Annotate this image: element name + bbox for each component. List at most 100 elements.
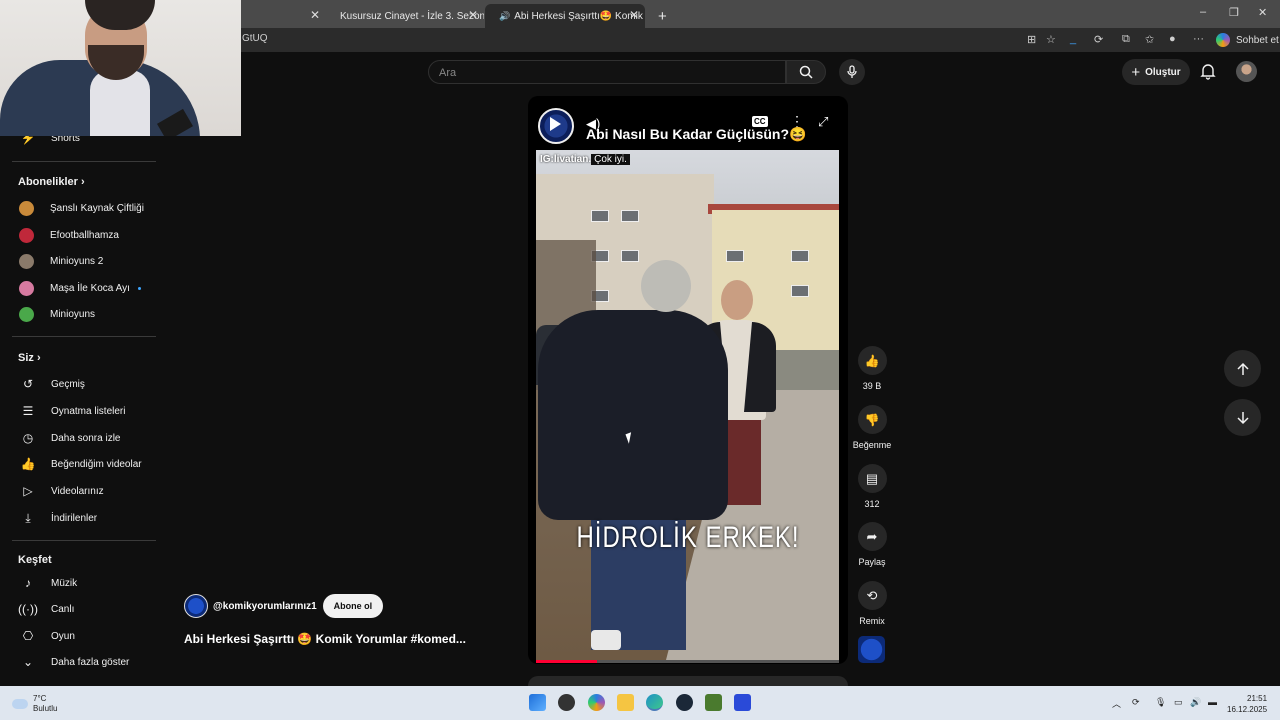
clock-icon: ◷ [22, 431, 34, 445]
minimize-icon[interactable]: – [1200, 6, 1206, 18]
like-button[interactable]: 👍 [857, 346, 887, 375]
weather-condition: Bulutlu [33, 704, 58, 713]
sidebar-item-label: İndirilenler [51, 512, 98, 524]
obs-icon[interactable] [558, 694, 575, 711]
app-icon[interactable]: ⊞ [1027, 33, 1036, 46]
sidebar-item-subscription[interactable]: Şanslı Kaynak Çiftliği [10, 195, 150, 221]
search-input[interactable]: Ara [428, 60, 786, 84]
instagram-tag: IG:livatian. Çok iyi. [540, 154, 630, 165]
comments-action[interactable]: ▤ 312 [852, 464, 892, 509]
search-button[interactable] [786, 60, 826, 84]
split-screen-icon[interactable]: ⧉ [1122, 33, 1130, 46]
more-options-icon[interactable]: ··· [1193, 33, 1204, 45]
share-button[interactable]: ➦ [857, 522, 887, 551]
sync-icon[interactable]: ⟳ [1132, 697, 1140, 708]
microphone-icon[interactable]: 🎙 [1155, 697, 1166, 708]
steam-icon[interactable] [676, 694, 693, 711]
copilot-button[interactable]: Sohbet et [1216, 30, 1279, 50]
next-short-preview [528, 676, 848, 686]
sidebar-item-subscription[interactable]: Minioyuns [10, 301, 150, 327]
sidebar: ⚡ Shorts Abonelikler › Şanslı Kaynak Çif… [0, 131, 160, 686]
sidebar-item-show-more[interactable]: ⌄ Daha fazla göster [10, 649, 150, 675]
chevron-down-icon: ⌄ [22, 655, 34, 669]
extension-icon[interactable]: _ [1070, 33, 1076, 45]
play-icon[interactable] [550, 117, 561, 131]
close-tab-icon[interactable]: ✕ [468, 8, 478, 22]
browser-tab-active[interactable]: 🔊 Abi Herkesi Şaşırttı🤩 Komik ✕ [485, 4, 645, 28]
close-tab-icon[interactable]: ✕ [629, 8, 639, 22]
app-icon[interactable] [734, 694, 751, 711]
new-content-dot [137, 286, 141, 290]
sidebar-item-history[interactable]: ↺ Geçmiş [10, 371, 150, 397]
history-icon: ↺ [22, 377, 34, 391]
dislike-button[interactable]: 👎 [857, 405, 887, 434]
subscribe-button[interactable]: Abone ol [322, 594, 384, 618]
maximize-icon[interactable]: ❐ [1229, 6, 1239, 19]
sidebar-item-label: Canlı [51, 603, 75, 615]
sidebar-item-playlists[interactable]: ☰ Oynatma listeleri [10, 398, 150, 424]
sidebar-item-subscription[interactable]: Minioyuns 2 [10, 248, 150, 274]
sidebar-item-downloads[interactable]: ⤓ İndirilenler [10, 505, 150, 531]
file-explorer-icon[interactable] [617, 694, 634, 711]
playlist-icon: ☰ [22, 404, 34, 418]
weather-widget[interactable]: 7°C Bulutlu [12, 694, 57, 714]
channel-avatar[interactable] [184, 594, 208, 618]
channel-avatar [19, 227, 34, 243]
favorite-star-icon[interactable]: ☆ [1046, 33, 1056, 46]
browser-tab[interactable]: ✕ [241, 4, 326, 28]
sidebar-item-subscription[interactable]: Efootballhamza [10, 222, 150, 248]
previous-short-button[interactable] [1224, 350, 1261, 387]
start-icon[interactable] [529, 694, 546, 711]
copilot-icon[interactable] [588, 694, 605, 711]
sidebar-item-subscription[interactable]: Maşa İle Koca Ayı [10, 275, 150, 301]
dislike-label: Beğenme [852, 440, 892, 450]
video-title[interactable]: Abi Herkesi Şaşırttı 🤩 Komik Yorumlar #k… [184, 632, 466, 646]
music-icon: ♪ [25, 576, 31, 590]
sound-avatar[interactable] [858, 636, 885, 663]
browser-tab[interactable]: Kusursuz Cinayet - İzle 3. Sezon 1 ✕ [326, 4, 484, 28]
progress-bar[interactable] [536, 660, 839, 663]
edge-icon[interactable] [646, 694, 663, 711]
sidebar-item-watch-later[interactable]: ◷ Daha sonra izle [10, 425, 150, 451]
arrow-down-icon [1236, 411, 1249, 424]
subscriptions-header[interactable]: Abonelikler › [18, 176, 85, 188]
close-window-icon[interactable]: ✕ [1258, 6, 1267, 19]
speaker-icon[interactable]: 🔊 [499, 11, 510, 22]
close-tab-icon[interactable]: ✕ [310, 8, 320, 22]
gamepad-icon: ⎔ [22, 629, 34, 643]
remix-action[interactable]: ⟲ Remix [852, 581, 892, 626]
voice-search-button[interactable] [839, 59, 865, 85]
dislike-action[interactable]: 👎 Beğenme [852, 405, 892, 450]
sidebar-item-live[interactable]: ((·)) Canlı [10, 596, 150, 622]
sidebar-item-gaming[interactable]: ⎔ Oyun [10, 623, 150, 649]
sidebar-item-your-videos[interactable]: ▷ Videolarınız [10, 478, 150, 504]
you-header[interactable]: Siz › [18, 352, 41, 364]
system-clock[interactable]: 21:51 16.12.2025 [1227, 693, 1267, 715]
speaker-icon[interactable]: 🔊 [1190, 697, 1201, 708]
remix-button[interactable]: ⟲ [857, 581, 887, 610]
favorites-icon[interactable]: ✩ [1145, 33, 1154, 46]
new-tab-button[interactable]: + [650, 4, 670, 28]
channel-handle[interactable]: @komikyorumlarınız1 [213, 601, 317, 612]
profile-icon[interactable]: ● [1169, 33, 1176, 45]
sidebar-item-music[interactable]: ♪ Müzik [10, 570, 150, 596]
chevron-up-icon[interactable]: ︿ [1112, 697, 1121, 710]
minecraft-icon[interactable] [705, 694, 722, 711]
next-short-button[interactable] [1224, 399, 1261, 436]
url-field[interactable]: GtUQ [242, 33, 268, 44]
shorts-player[interactable]: ◀) CC ⋮ ⤢ Abi Nasıl Bu Kadar Güçlüsün?😆 … [528, 96, 848, 664]
microphone-icon [847, 65, 857, 78]
like-action[interactable]: 👍 39 B [852, 346, 892, 391]
share-action[interactable]: ➦ Paylaş [852, 522, 892, 567]
download-icon: ⤓ [25, 510, 31, 525]
avatar[interactable] [1236, 61, 1257, 82]
sidebar-item-liked-videos[interactable]: 👍 Beğendiğim videolar [10, 451, 150, 477]
share-icon: ➦ [866, 528, 878, 544]
create-button[interactable]: + Oluştur [1122, 59, 1190, 85]
network-icon[interactable]: ▭ [1174, 697, 1183, 708]
comments-button[interactable]: ▤ [857, 464, 887, 493]
fullscreen-icon[interactable]: ⤢ [818, 114, 828, 130]
notifications-button[interactable] [1199, 62, 1217, 80]
extension-icon[interactable]: ⟳ [1094, 33, 1103, 46]
battery-icon[interactable]: ▬ [1208, 697, 1217, 707]
